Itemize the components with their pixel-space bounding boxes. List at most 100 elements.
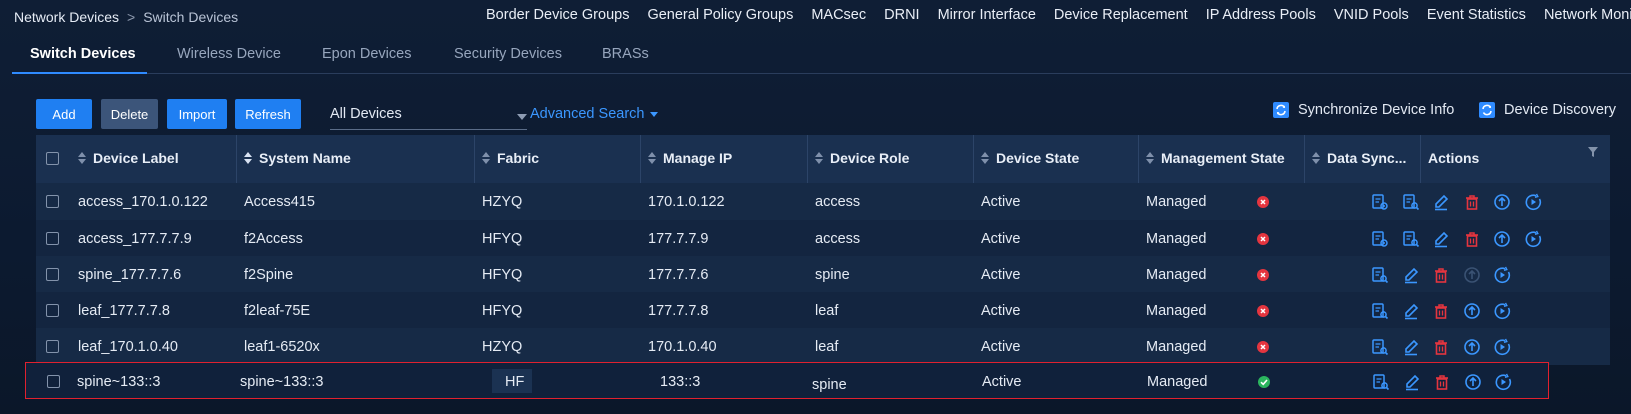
- delete-icon[interactable]: [1433, 373, 1451, 391]
- table-row[interactable]: spine~133::3 spine~133::3 HF 133::3 spine Act…: [25, 362, 1549, 399]
- cell-role: access: [815, 231, 861, 247]
- column-header-data-sync[interactable]: Data Sync...: [1312, 150, 1406, 166]
- column-separator: [1304, 135, 1305, 183]
- row-checkbox[interactable]: [47, 375, 60, 388]
- refresh-button[interactable]: Refresh: [235, 99, 301, 129]
- column-header-actions: Actions: [1428, 150, 1480, 166]
- upload-icon[interactable]: [1493, 193, 1511, 211]
- cell-ip: 177.7.7.6: [648, 267, 709, 283]
- restart-icon[interactable]: [1493, 302, 1511, 320]
- delete-icon[interactable]: [1432, 338, 1450, 356]
- delete-icon[interactable]: [1463, 230, 1481, 248]
- row-checkbox[interactable]: [46, 232, 59, 245]
- nav-device-replacement[interactable]: Device Replacement: [1054, 7, 1188, 23]
- restart-icon[interactable]: [1493, 338, 1511, 356]
- sort-icon: [981, 152, 989, 164]
- nav-macsec[interactable]: MACsec: [811, 7, 866, 23]
- cell-role: access: [815, 194, 861, 210]
- table-row[interactable]: spine_177.7.7.6 f2Spine HFYQ 177.7.7.6 spine…: [36, 256, 1610, 293]
- tab-wireless-device[interactable]: Wireless Device: [177, 46, 281, 62]
- table-row[interactable]: leaf_170.1.0.40 leaf1-6520x HZYQ 170.1.0.40…: [36, 328, 1610, 365]
- row-checkbox[interactable]: [46, 304, 59, 317]
- column-header-device-state[interactable]: Device State: [981, 150, 1079, 166]
- upload-icon[interactable]: [1463, 338, 1481, 356]
- nav-vnid-pools[interactable]: VNID Pools: [1334, 7, 1409, 23]
- device-detail-icon[interactable]: [1371, 302, 1389, 320]
- column-separator: [474, 135, 475, 183]
- nav-drni[interactable]: DRNI: [884, 7, 919, 23]
- restart-icon[interactable]: [1524, 230, 1542, 248]
- nav-general-policy-groups[interactable]: General Policy Groups: [647, 7, 793, 23]
- breadcrumb-separator: >: [127, 9, 136, 25]
- edit-icon[interactable]: [1402, 266, 1420, 284]
- cell-state: Active: [981, 194, 1021, 210]
- device-detail-icon[interactable]: [1371, 338, 1389, 356]
- column-header-system-name[interactable]: System Name: [244, 150, 351, 166]
- restart-icon[interactable]: [1524, 193, 1542, 211]
- column-header-management-state[interactable]: Management State: [1146, 150, 1285, 166]
- tab-brass[interactable]: BRASs: [602, 46, 649, 62]
- breadcrumb: Network Devices > Switch Devices: [14, 9, 238, 25]
- breadcrumb-root[interactable]: Network Devices: [14, 9, 119, 25]
- tab-switch-devices[interactable]: Switch Devices: [30, 46, 136, 62]
- synchronize-device-info-button[interactable]: Synchronize Device Info: [1272, 99, 1454, 121]
- nav-border-device-groups[interactable]: Border Device Groups: [486, 7, 629, 23]
- delete-button[interactable]: Delete: [101, 99, 158, 129]
- tab-security-devices[interactable]: Security Devices: [454, 46, 562, 62]
- column-header-device-role[interactable]: Device Role: [815, 150, 909, 166]
- cell-label: spine~133::3: [77, 374, 161, 390]
- select-all-checkbox[interactable]: [46, 152, 59, 165]
- cell-role: spine: [815, 267, 850, 283]
- device-config-icon[interactable]: [1371, 193, 1389, 211]
- cell-system: f2leaf-75E: [244, 303, 311, 319]
- chevron-down-icon: [650, 111, 659, 117]
- restart-icon[interactable]: [1493, 266, 1511, 284]
- device-detail-icon[interactable]: [1372, 373, 1390, 391]
- row-checkbox[interactable]: [46, 268, 59, 281]
- filter-icon[interactable]: [1588, 147, 1598, 157]
- import-button[interactable]: Import: [167, 99, 227, 129]
- upload-icon[interactable]: [1463, 302, 1481, 320]
- delete-icon[interactable]: [1432, 302, 1450, 320]
- tab-epon-devices[interactable]: Epon Devices: [322, 46, 411, 62]
- column-header-device-label[interactable]: Device Label: [78, 150, 179, 166]
- upload-icon[interactable]: [1464, 373, 1482, 391]
- cell-role: leaf: [815, 339, 839, 355]
- column-header-fabric[interactable]: Fabric: [482, 150, 539, 166]
- upload-icon[interactable]: [1493, 230, 1511, 248]
- cell-mgmt: Managed: [1146, 194, 1207, 210]
- device-filter-select[interactable]: All Devices: [330, 104, 527, 130]
- row-checkbox[interactable]: [46, 195, 59, 208]
- sort-icon: [1312, 152, 1320, 164]
- advanced-search-link[interactable]: Advanced Search: [530, 106, 659, 122]
- table-row[interactable]: access_177.7.7.9 f2Access HFYQ 177.7.7.9 acc…: [36, 220, 1610, 257]
- delete-icon[interactable]: [1463, 193, 1481, 211]
- cell-label: access_170.1.0.122: [78, 194, 208, 210]
- device-detail-icon[interactable]: [1402, 230, 1420, 248]
- column-separator: [1138, 135, 1139, 183]
- delete-icon[interactable]: [1432, 266, 1450, 284]
- edit-icon[interactable]: [1403, 373, 1421, 391]
- upload-icon: [1463, 267, 1480, 283]
- column-header-manage-ip[interactable]: Manage IP: [648, 150, 732, 166]
- sort-icon: [648, 152, 656, 164]
- edit-icon[interactable]: [1402, 338, 1420, 356]
- synchronize-device-info-label: Synchronize Device Info: [1298, 102, 1455, 118]
- device-detail-icon[interactable]: [1402, 193, 1420, 211]
- nav-event-statistics[interactable]: Event Statistics: [1427, 7, 1526, 23]
- nav-ip-address-pools[interactable]: IP Address Pools: [1206, 7, 1316, 23]
- table-row[interactable]: access_170.1.0.122 Access415 HZYQ 170.1.0.1…: [36, 183, 1610, 220]
- edit-icon[interactable]: [1402, 302, 1420, 320]
- nav-mirror-interface[interactable]: Mirror Interface: [938, 7, 1036, 23]
- top-bar: Network Devices > Switch Devices Border De…: [0, 0, 1631, 34]
- edit-icon[interactable]: [1432, 230, 1450, 248]
- table-row[interactable]: leaf_177.7.7.8 f2leaf-75E HFYQ 177.7.7.8 lea…: [36, 292, 1610, 329]
- restart-icon[interactable]: [1494, 373, 1512, 391]
- device-detail-icon[interactable]: [1371, 266, 1389, 284]
- device-config-icon[interactable]: [1371, 230, 1389, 248]
- edit-icon[interactable]: [1432, 193, 1450, 211]
- row-checkbox[interactable]: [46, 340, 59, 353]
- add-button[interactable]: Add: [36, 99, 92, 129]
- device-discovery-button[interactable]: Device Discovery: [1478, 99, 1616, 121]
- nav-network-monitoring[interactable]: Network Monitoring: [1544, 7, 1631, 23]
